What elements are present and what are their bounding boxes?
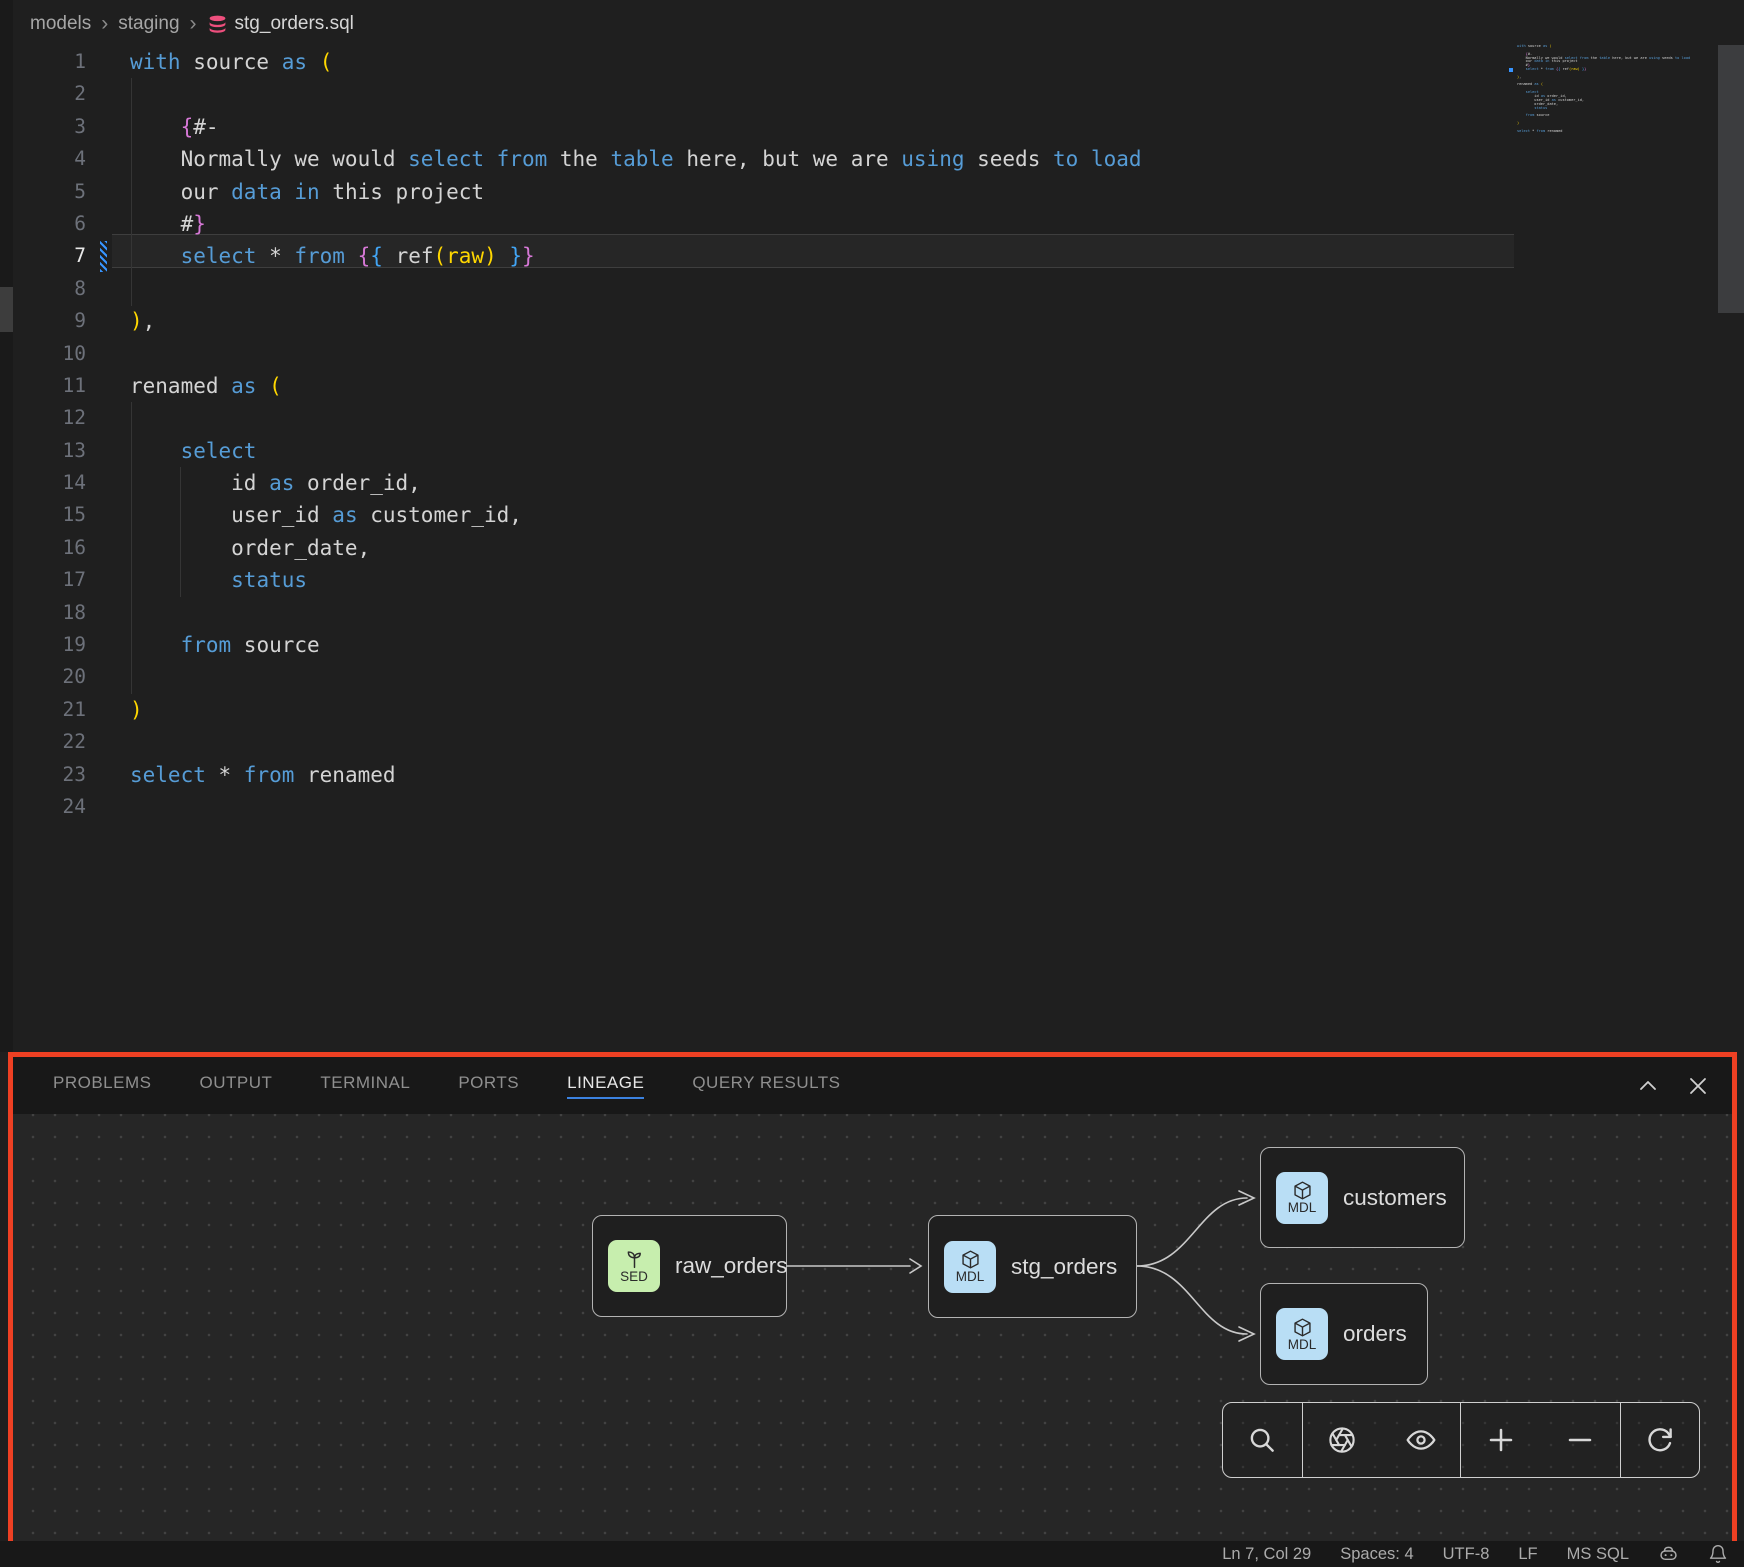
node-label: orders xyxy=(1343,1321,1407,1347)
tab-ports[interactable]: PORTS xyxy=(458,1073,519,1099)
search-icon[interactable] xyxy=(1234,1403,1290,1477)
code-line[interactable]: 23select * from renamed xyxy=(0,759,1744,791)
minimap[interactable]: with source as ( {#- Normally we would s… xyxy=(1517,45,1697,137)
zoom-in-icon[interactable] xyxy=(1473,1403,1529,1477)
badge-label: SED xyxy=(620,1269,648,1284)
left-scrollbar-thumb[interactable] xyxy=(0,287,13,332)
node-label: raw_orders xyxy=(675,1253,788,1279)
code-line[interactable]: 2 xyxy=(0,78,1744,110)
code-line[interactable]: 17 status xyxy=(0,564,1744,596)
cube-icon xyxy=(1292,1180,1313,1201)
indentation-setting[interactable]: Spaces: 4 xyxy=(1340,1545,1413,1564)
code-line[interactable]: 21) xyxy=(0,694,1744,726)
cube-icon xyxy=(960,1249,981,1270)
eol-setting[interactable]: LF xyxy=(1518,1545,1537,1564)
code-line[interactable]: 9), xyxy=(0,305,1744,337)
refresh-icon[interactable] xyxy=(1632,1403,1688,1477)
code-line[interactable]: 4 Normally we would select from the tabl… xyxy=(0,143,1744,175)
tab-problems[interactable]: PROBLEMS xyxy=(53,1073,151,1099)
lineage-node-customers[interactable]: MDL customers xyxy=(1260,1147,1465,1248)
code-line[interactable]: 12 xyxy=(0,402,1744,434)
breadcrumb-folder[interactable]: models xyxy=(30,13,91,35)
cursor-position[interactable]: Ln 7, Col 29 xyxy=(1222,1545,1311,1564)
copilot-icon[interactable] xyxy=(1658,1544,1679,1565)
tab-output[interactable]: OUTPUT xyxy=(199,1073,272,1099)
code-line[interactable]: 18 xyxy=(0,597,1744,629)
eye-icon[interactable] xyxy=(1393,1403,1449,1477)
code-line[interactable]: 1with source as ( xyxy=(0,46,1744,78)
code-line[interactable]: 5 our data in this project xyxy=(0,176,1744,208)
model-badge: MDL xyxy=(1276,1172,1328,1224)
seedling-icon xyxy=(624,1249,645,1270)
bottom-panel-highlighted: PROBLEMS OUTPUT TERMINAL PORTS LINEAGE Q… xyxy=(8,1052,1737,1546)
editor-scrollbar-thumb[interactable] xyxy=(1718,45,1744,313)
lineage-toolbar xyxy=(1222,1402,1700,1478)
code-line[interactable]: 19 from source xyxy=(0,629,1744,661)
breadcrumb-filename: stg_orders.sql xyxy=(235,13,354,35)
zoom-out-icon[interactable] xyxy=(1552,1403,1608,1477)
tab-lineage[interactable]: LINEAGE xyxy=(567,1073,644,1099)
status-bar: Ln 7, Col 29 Spaces: 4 UTF-8 LF MS SQL xyxy=(0,1541,1744,1567)
model-badge: MDL xyxy=(944,1241,996,1293)
lineage-graph-canvas[interactable]: SED raw_orders MDL stg_orders xyxy=(13,1114,1732,1541)
badge-label: MDL xyxy=(956,1269,985,1284)
language-mode[interactable]: MS SQL xyxy=(1567,1545,1629,1564)
code-line[interactable]: 3 {#- xyxy=(0,111,1744,143)
close-icon[interactable] xyxy=(1686,1074,1710,1098)
code-line[interactable]: 7 select * from {{ ref(raw) }} xyxy=(0,240,1744,272)
chevron-up-icon[interactable] xyxy=(1636,1074,1660,1098)
editor-left-edge xyxy=(0,0,13,1052)
node-label: stg_orders xyxy=(1011,1254,1117,1280)
code-line[interactable]: 16 order_date, xyxy=(0,532,1744,564)
breadcrumb: models › staging › stg_orders.sql xyxy=(30,8,354,40)
cube-icon xyxy=(1292,1317,1313,1338)
breadcrumb-separator-icon: › xyxy=(101,12,108,36)
code-line[interactable]: 6 #} xyxy=(0,208,1744,240)
tab-query-results[interactable]: QUERY RESULTS xyxy=(692,1073,840,1099)
encoding[interactable]: UTF-8 xyxy=(1443,1545,1490,1564)
code-editor: models › staging › stg_orders.sql 1with … xyxy=(0,0,1744,1052)
code-line[interactable]: 11renamed as ( xyxy=(0,370,1744,402)
code-line[interactable]: 20 xyxy=(0,661,1744,693)
database-icon xyxy=(207,14,228,35)
lineage-node-stg-orders[interactable]: MDL stg_orders xyxy=(928,1215,1137,1318)
lineage-node-raw-orders[interactable]: SED raw_orders xyxy=(592,1215,787,1317)
seed-badge: SED xyxy=(608,1240,660,1292)
panel-tab-bar: PROBLEMS OUTPUT TERMINAL PORTS LINEAGE Q… xyxy=(13,1057,1732,1114)
code-line[interactable]: 10 xyxy=(0,338,1744,370)
badge-label: MDL xyxy=(1288,1200,1317,1215)
code-line[interactable]: 13 select xyxy=(0,435,1744,467)
code-line[interactable]: 15 user_id as customer_id, xyxy=(0,499,1744,531)
code-line[interactable]: 8 xyxy=(0,273,1744,305)
breadcrumb-separator-icon: › xyxy=(190,12,197,36)
model-badge: MDL xyxy=(1276,1308,1328,1360)
code-lines[interactable]: 1with source as (23 {#-4 Normally we wou… xyxy=(0,46,1744,823)
tab-terminal[interactable]: TERMINAL xyxy=(320,1073,410,1099)
notifications-bell-icon[interactable] xyxy=(1708,1544,1728,1564)
code-line[interactable] xyxy=(1517,133,1697,137)
minimap-modified-marker xyxy=(1509,68,1513,72)
code-line[interactable]: 24 xyxy=(0,791,1744,823)
breadcrumb-folder[interactable]: staging xyxy=(118,13,179,35)
code-line[interactable]: 22 xyxy=(0,726,1744,758)
badge-label: MDL xyxy=(1288,1337,1317,1352)
breadcrumb-file[interactable]: stg_orders.sql xyxy=(207,13,354,35)
node-label: customers xyxy=(1343,1185,1447,1211)
aperture-icon[interactable] xyxy=(1314,1403,1370,1477)
code-line[interactable]: 14 id as order_id, xyxy=(0,467,1744,499)
lineage-node-orders[interactable]: MDL orders xyxy=(1260,1283,1428,1385)
